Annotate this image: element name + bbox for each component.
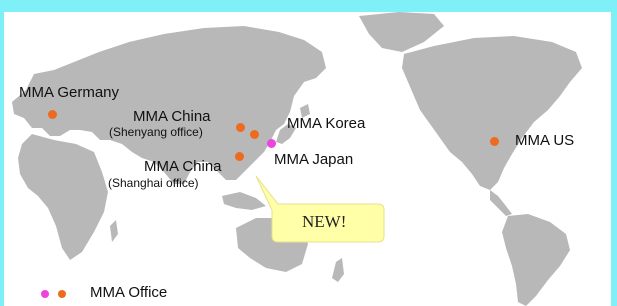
office-dot-china-shenyang bbox=[236, 123, 245, 132]
office-dot-korea bbox=[250, 130, 259, 139]
landmass-north-america bbox=[402, 36, 582, 190]
office-dot-germany bbox=[48, 110, 57, 119]
legend-dot-pink bbox=[41, 290, 49, 298]
label-korea: MMA Korea bbox=[287, 115, 366, 132]
landmass-greenland bbox=[359, 12, 444, 52]
label-us: MMA US bbox=[515, 132, 575, 149]
office-dot-us bbox=[490, 137, 499, 146]
new-callout-text: NEW! bbox=[302, 212, 347, 231]
landmass-africa bbox=[18, 134, 108, 260]
landmass-sea-islands bbox=[222, 192, 266, 210]
label-china-shenyang-sub: (Shenyang office) bbox=[109, 125, 203, 139]
landmass-south-america bbox=[502, 214, 570, 306]
label-germany: MMA Germany bbox=[19, 84, 120, 101]
label-japan: MMA Japan bbox=[274, 151, 354, 168]
legend-dot-orange bbox=[58, 290, 66, 298]
office-dot-china-shanghai bbox=[235, 152, 244, 161]
map-frame: MMA Germany MMA China (Shenyang office) … bbox=[4, 12, 611, 306]
office-dot-japan bbox=[267, 139, 276, 148]
landmass-new-zealand bbox=[332, 258, 344, 282]
landmass-central-america bbox=[490, 190, 512, 216]
label-china-shanghai: MMA China bbox=[144, 158, 222, 175]
new-callout-bubble bbox=[255, 175, 385, 243]
landmass-madagascar bbox=[110, 220, 118, 242]
label-china-shenyang: MMA China bbox=[133, 108, 211, 125]
legend-label: MMA Office bbox=[90, 284, 168, 301]
label-china-shanghai-sub: (Shanghai office) bbox=[108, 176, 199, 190]
